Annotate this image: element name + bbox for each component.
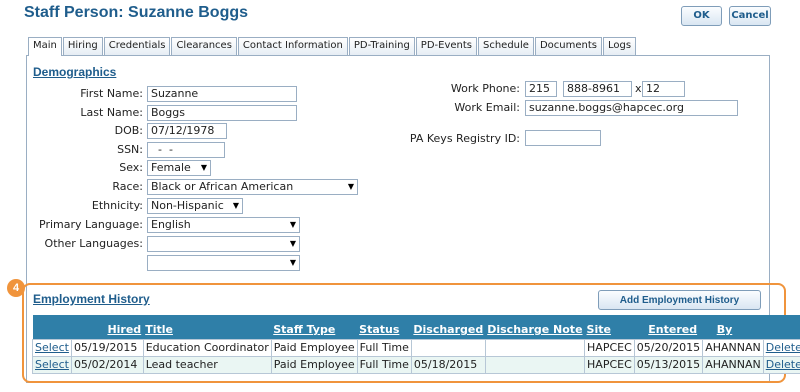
tab-credentials[interactable]: Credentials — [103, 37, 171, 55]
discharged-cell — [410, 338, 486, 357]
delete-link[interactable]: Delete — [766, 341, 800, 354]
tab-clearances[interactable]: Clearances — [171, 37, 237, 55]
col-hired[interactable]: Hired — [71, 321, 144, 339]
delete-link[interactable]: Delete — [766, 358, 800, 371]
tab-contact-information[interactable]: Contact Information — [237, 37, 348, 55]
ethnicity-label: Ethnicity: — [91, 199, 143, 212]
chevron-down-icon: ▼ — [232, 201, 239, 210]
discharge-note-cell — [484, 355, 586, 374]
entered-cell: 05/20/2015 — [633, 338, 704, 357]
last-name-field[interactable]: Boggs — [147, 105, 297, 121]
sex-select[interactable]: Female ▼ — [147, 160, 211, 176]
primary-language-select[interactable]: English ▼ — [147, 217, 300, 233]
select-link[interactable]: Select — [35, 358, 69, 371]
primary-language-label: Primary Language: — [39, 218, 143, 231]
status-cell: Full Time — [356, 338, 412, 357]
dob-label: DOB: — [114, 124, 143, 137]
entered-cell: 05/13/2015 — [633, 355, 704, 374]
col-discharge-note[interactable]: Discharge Note — [485, 321, 585, 339]
status-cell: Full Time — [356, 355, 412, 374]
col-delete — [763, 321, 800, 339]
chevron-down-icon: ▼ — [200, 163, 207, 172]
race-label: Race: — [112, 180, 143, 193]
pa-keys-label: PA Keys Registry ID: — [409, 132, 520, 145]
discharged-cell: 05/18/2015 — [410, 355, 486, 374]
work-email-label: Work Email: — [454, 101, 520, 114]
sex-label: Sex: — [119, 161, 143, 174]
phone-number-field[interactable]: 888-8961 — [563, 81, 632, 97]
title-cell: Education Coordinator — [142, 338, 272, 357]
col-status[interactable]: Status — [357, 321, 412, 339]
table-header-row: Hired Title Staff Type Status Discharged… — [32, 321, 800, 339]
table-row: Select 05/19/2015 Education Coordinator … — [32, 338, 800, 357]
phone-extension-field[interactable]: 12 — [642, 81, 685, 97]
cancel-button[interactable]: Cancel — [729, 6, 771, 26]
chevron-down-icon: ▼ — [347, 182, 354, 191]
select-link[interactable]: Select — [35, 341, 69, 354]
add-employment-history-button[interactable]: Add Employment History — [598, 290, 761, 310]
ethnicity-select[interactable]: Non-Hispanic ▼ — [147, 198, 243, 214]
race-value: Black or African American — [151, 180, 294, 193]
employment-history-heading[interactable]: Employment History — [33, 292, 150, 306]
col-discharged[interactable]: Discharged — [411, 321, 486, 339]
hired-cell: 05/19/2015 — [70, 338, 144, 357]
ok-button[interactable]: OK — [681, 6, 722, 26]
other-language-select-2[interactable]: ▼ — [147, 255, 300, 271]
first-name-label: First Name: — [80, 87, 143, 100]
work-phone-label: Work Phone: — [450, 82, 520, 95]
hired-cell: 05/02/2014 — [70, 355, 144, 374]
ssn-label: SSN: — [117, 143, 143, 156]
col-entered[interactable]: Entered — [634, 321, 703, 339]
by-cell: AHANNAN — [702, 338, 764, 357]
tab-schedule[interactable]: Schedule — [478, 37, 534, 55]
tab-pd-events[interactable]: PD-Events — [415, 37, 477, 55]
primary-language-value: English — [151, 218, 191, 231]
employment-history-table: Hired Title Staff Type Status Discharged… — [32, 315, 800, 374]
staff-type-cell: Paid Employee — [270, 338, 358, 357]
col-title[interactable]: Title — [143, 321, 272, 339]
race-select[interactable]: Black or African American ▼ — [147, 179, 358, 195]
chevron-down-icon: ▼ — [289, 220, 296, 229]
last-name-label: Last Name: — [80, 106, 143, 119]
col-staff-type[interactable]: Staff Type — [271, 321, 358, 339]
ssn-field[interactable]: - - — [147, 142, 225, 158]
site-cell: HAPCEC — [584, 338, 635, 357]
sex-value: Female — [151, 161, 191, 174]
col-by[interactable]: By — [702, 321, 764, 339]
work-email-field[interactable]: suzanne.boggs@hapcec.org — [525, 100, 738, 116]
phone-x-label: x — [635, 82, 642, 95]
tab-documents[interactable]: Documents — [534, 37, 602, 55]
discharge-note-cell — [484, 338, 586, 357]
title-cell: Lead teacher — [142, 355, 272, 374]
pa-keys-field[interactable] — [525, 130, 601, 146]
tab-main[interactable]: Main — [28, 37, 62, 56]
site-cell: HAPCEC — [584, 355, 635, 374]
tab-pd-training[interactable]: PD-Training — [348, 37, 415, 55]
chevron-down-icon: ▼ — [289, 239, 296, 248]
tab-hiring[interactable]: Hiring — [62, 37, 103, 55]
tab-bar: Main Hiring Credentials Clearances Conta… — [28, 37, 637, 56]
col-select — [32, 321, 72, 339]
page-title: Staff Person: Suzanne Boggs — [24, 4, 249, 21]
col-site[interactable]: Site — [584, 321, 635, 339]
table-row: Select 05/02/2014 Lead teacher Paid Empl… — [32, 355, 800, 374]
chevron-down-icon: ▼ — [289, 258, 296, 267]
ethnicity-value: Non-Hispanic — [151, 199, 224, 212]
other-language-select-1[interactable]: ▼ — [147, 236, 300, 252]
dob-field[interactable]: 07/12/1978 — [147, 123, 227, 139]
tab-logs[interactable]: Logs — [602, 37, 637, 55]
step-badge: 4 — [7, 279, 25, 297]
by-cell: AHANNAN — [702, 355, 764, 374]
other-languages-label: Other Languages: — [44, 237, 143, 250]
demographics-heading[interactable]: Demographics — [33, 65, 116, 79]
first-name-field[interactable]: Suzanne — [147, 86, 297, 102]
phone-area-field[interactable]: 215 — [525, 81, 557, 97]
staff-type-cell: Paid Employee — [270, 355, 358, 374]
